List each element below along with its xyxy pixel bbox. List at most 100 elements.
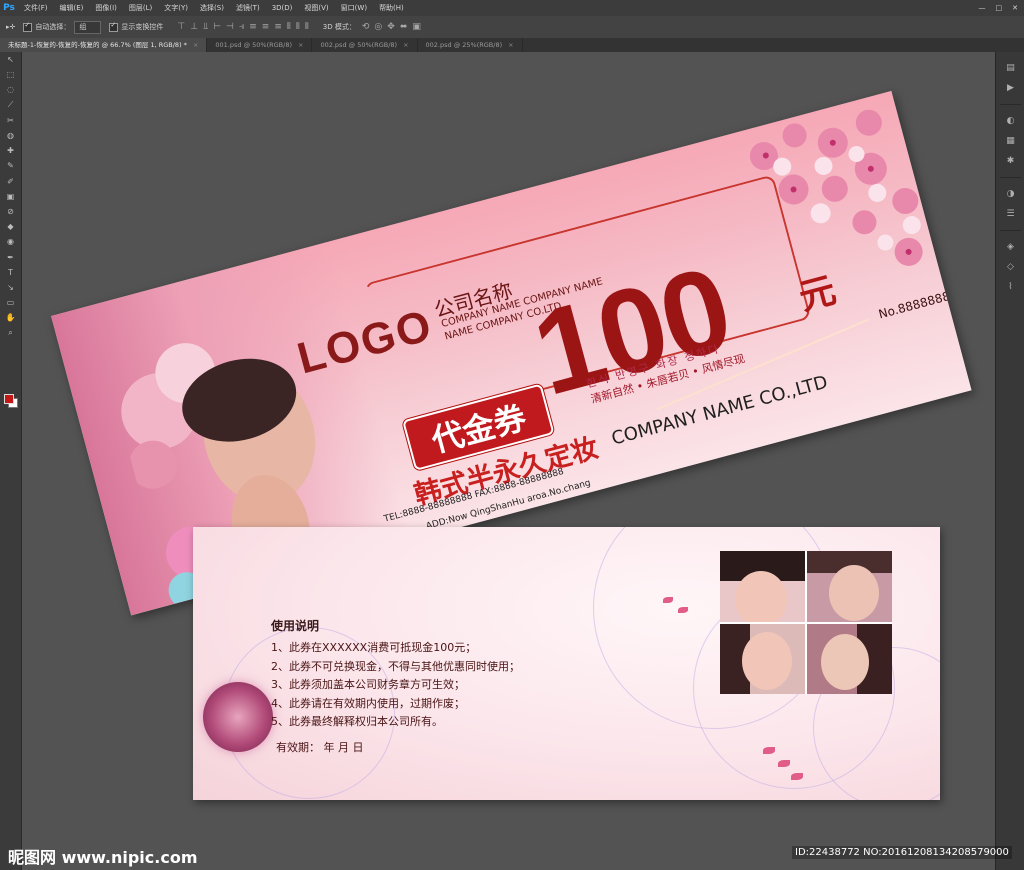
tab-label: 001.psd @ 50%(RGB/8) (215, 41, 292, 49)
close-icon[interactable]: × (508, 41, 513, 49)
close-icon[interactable]: ✕ (1012, 4, 1018, 12)
model-photo (720, 623, 805, 694)
path-select-tool-icon[interactable]: ↘ (0, 280, 21, 295)
move-tool-icon[interactable]: ↖ (0, 52, 21, 67)
tab-untitled[interactable]: 未标题-1-恢复的-恢复的-恢复的 @ 66.7% (图层 1, RGB/8) … (0, 38, 208, 52)
rectangle-tool-icon[interactable]: ▭ (0, 295, 21, 310)
menu-filter[interactable]: 滤镜(T) (230, 0, 266, 16)
dodge-tool-icon[interactable]: ◉ (0, 234, 21, 249)
model-photo (807, 623, 892, 694)
tab-label: 未标题-1-恢复的-恢复的-恢复的 @ 66.7% (图层 1, RGB/8) … (8, 41, 187, 49)
minimize-icon[interactable]: — (979, 4, 986, 12)
clone-stamp-tool-icon[interactable]: ✐ (0, 174, 21, 189)
pan-3d-icon[interactable]: ✥ (387, 22, 395, 32)
petal (663, 597, 673, 603)
align-right-icon[interactable]: ⫣ (239, 22, 244, 32)
lasso-tool-icon[interactable]: ◌ (0, 82, 21, 97)
model-photo (807, 551, 892, 622)
options-bar: ▸✛ 自动选择： 组 显示变换控件 ⊤ ⊥ ⫫ ⊢ ⊣ ⫣ ≡ ≡ ≡ ⦀ ⦀ … (0, 16, 1024, 39)
menu-layer[interactable]: 图层(L) (123, 0, 158, 16)
window-controls: — □ ✕ (979, 4, 1024, 12)
quick-select-tool-icon[interactable]: ⟋ (0, 98, 21, 113)
auto-select-label: 自动选择： (35, 23, 71, 31)
paths-panel-icon[interactable]: ⌇ (996, 277, 1024, 297)
history-brush-tool-icon[interactable]: ▣ (0, 189, 21, 204)
styles-panel-icon[interactable]: ✱ (996, 151, 1024, 171)
close-icon[interactable]: × (403, 41, 408, 49)
hand-tool-icon[interactable]: ✋ (0, 310, 21, 325)
distribute-vcenter-icon[interactable]: ≡ (262, 22, 270, 32)
scale-3d-icon[interactable]: ▣ (412, 22, 421, 32)
document-tabs: 未标题-1-恢复的-恢复的-恢复的 @ 66.7% (图层 1, RGB/8) … (0, 38, 1024, 52)
align-buttons: ⊤ ⊥ ⫫ ⊢ ⊣ ⫣ ≡ ≡ ≡ ⦀ ⦀ ⦀ (177, 22, 308, 32)
zoom-tool-icon[interactable]: ⌕ (0, 325, 21, 340)
instructions-title: 使用说明 (271, 619, 320, 633)
model-photo-grid (720, 551, 892, 694)
healing-tool-icon[interactable]: ✚ (0, 143, 21, 158)
marquee-tool-icon[interactable]: ⬚ (0, 67, 21, 82)
menu-select[interactable]: 选择(S) (194, 0, 230, 16)
distribute-hcenter-icon[interactable]: ⦀ (296, 22, 300, 32)
menu-window[interactable]: 窗口(W) (335, 0, 373, 16)
list-item: 4、此券请在有效期内使用，过期作废； (271, 696, 465, 710)
auto-select-dropdown[interactable]: 组 (74, 20, 102, 34)
eraser-tool-icon[interactable]: ⊘ (0, 204, 21, 219)
paint-bucket-tool-icon[interactable]: ◆ (0, 219, 21, 234)
eyedropper-tool-icon[interactable]: ◍ (0, 128, 21, 143)
pen-tool-icon[interactable]: ✒ (0, 249, 21, 264)
brush-tool-icon[interactable]: ✎ (0, 158, 21, 173)
list-item: 5、此券最终解释权归本公司所有。 (271, 715, 443, 728)
petal (791, 773, 803, 780)
align-hcenter-icon[interactable]: ⊣ (226, 22, 234, 32)
mode-3d-buttons: ⟲ ◎ ✥ ⬌ ▣ (362, 22, 421, 32)
watermark-id: ID:22438772 NO:20161208134208579000 (792, 846, 1012, 859)
petal (763, 747, 775, 754)
menu-view[interactable]: 视图(V) (298, 0, 334, 16)
actions-panel-icon[interactable]: ▶ (996, 78, 1024, 98)
swatches-panel-icon[interactable]: ▦ (996, 131, 1024, 151)
align-vcenter-icon[interactable]: ⊥ (190, 22, 198, 32)
adjustments-panel-icon[interactable]: ◑ (996, 184, 1024, 204)
tools-panel: ↖ ⬚ ◌ ⟋ ✂ ◍ ✚ ✎ ✐ ▣ ⊘ ◆ ◉ ✒ T ↘ ▭ ✋ ⌕ (0, 52, 22, 870)
menu-3d[interactable]: 3D(D) (266, 0, 299, 16)
menu-edit[interactable]: 编辑(E) (54, 0, 90, 16)
voucher-back[interactable]: 使用说明 1、此券在XXXXXX消费可抵现金100元； 2、此券不可兑换现金，不… (193, 527, 940, 800)
color-panel-icon[interactable]: ◐ (996, 111, 1024, 131)
maximize-icon[interactable]: □ (996, 4, 1003, 12)
tab-001[interactable]: 001.psd @ 50%(RGB/8) × (207, 38, 313, 52)
menu-image[interactable]: 图像(I) (89, 0, 123, 16)
menu-help[interactable]: 帮助(H) (373, 0, 410, 16)
roll-3d-icon[interactable]: ◎ (374, 22, 382, 32)
align-bottom-icon[interactable]: ⫫ (203, 22, 208, 32)
close-icon[interactable]: × (298, 41, 303, 49)
properties-panel-icon[interactable]: ☰ (996, 204, 1024, 224)
align-top-icon[interactable]: ⊤ (177, 22, 185, 32)
history-panel-icon[interactable]: ▤ (996, 58, 1024, 78)
menu-type[interactable]: 文字(Y) (158, 0, 194, 16)
auto-select-checkbox[interactable] (23, 21, 33, 32)
rotate-3d-icon[interactable]: ⟲ (362, 22, 370, 32)
slide-3d-icon[interactable]: ⬌ (400, 22, 408, 32)
distribute-left-icon[interactable]: ⦀ (287, 22, 291, 32)
pink-orb-ornament (203, 682, 273, 752)
show-transform-checkbox[interactable] (109, 21, 119, 32)
layers-panel-icon[interactable]: ◈ (996, 237, 1024, 257)
tab-002-25[interactable]: 002.psd @ 25%(RGB/8) × (418, 38, 523, 52)
list-item: 3、此券须加盖本公司财务章方可生效； (271, 678, 465, 691)
distribute-bottom-icon[interactable]: ≡ (274, 22, 282, 32)
close-icon[interactable]: × (193, 41, 198, 49)
channels-panel-icon[interactable]: ◇ (996, 257, 1024, 277)
show-transform-label: 显示变换控件 (121, 23, 164, 31)
crop-tool-icon[interactable]: ✂ (0, 113, 21, 128)
foreground-color-swatch[interactable] (4, 394, 14, 404)
align-left-icon[interactable]: ⊢ (213, 22, 221, 32)
panel-dock: ▤ ▶ ◐ ▦ ✱ ◑ ☰ ◈ ◇ ⌇ (995, 52, 1024, 870)
tab-002[interactable]: 002.psd @ 50%(RGB/8) × (312, 38, 418, 52)
menu-file[interactable]: 文件(F) (18, 0, 54, 16)
type-tool-icon[interactable]: T (0, 265, 21, 280)
photoshop-logo-icon: Ps (3, 3, 15, 13)
distribute-top-icon[interactable]: ≡ (249, 22, 257, 32)
watermark-site: 昵图网 www.nipic.com (8, 848, 198, 867)
move-tool-icon[interactable]: ▸✛ (6, 23, 15, 31)
distribute-right-icon[interactable]: ⦀ (305, 22, 309, 32)
